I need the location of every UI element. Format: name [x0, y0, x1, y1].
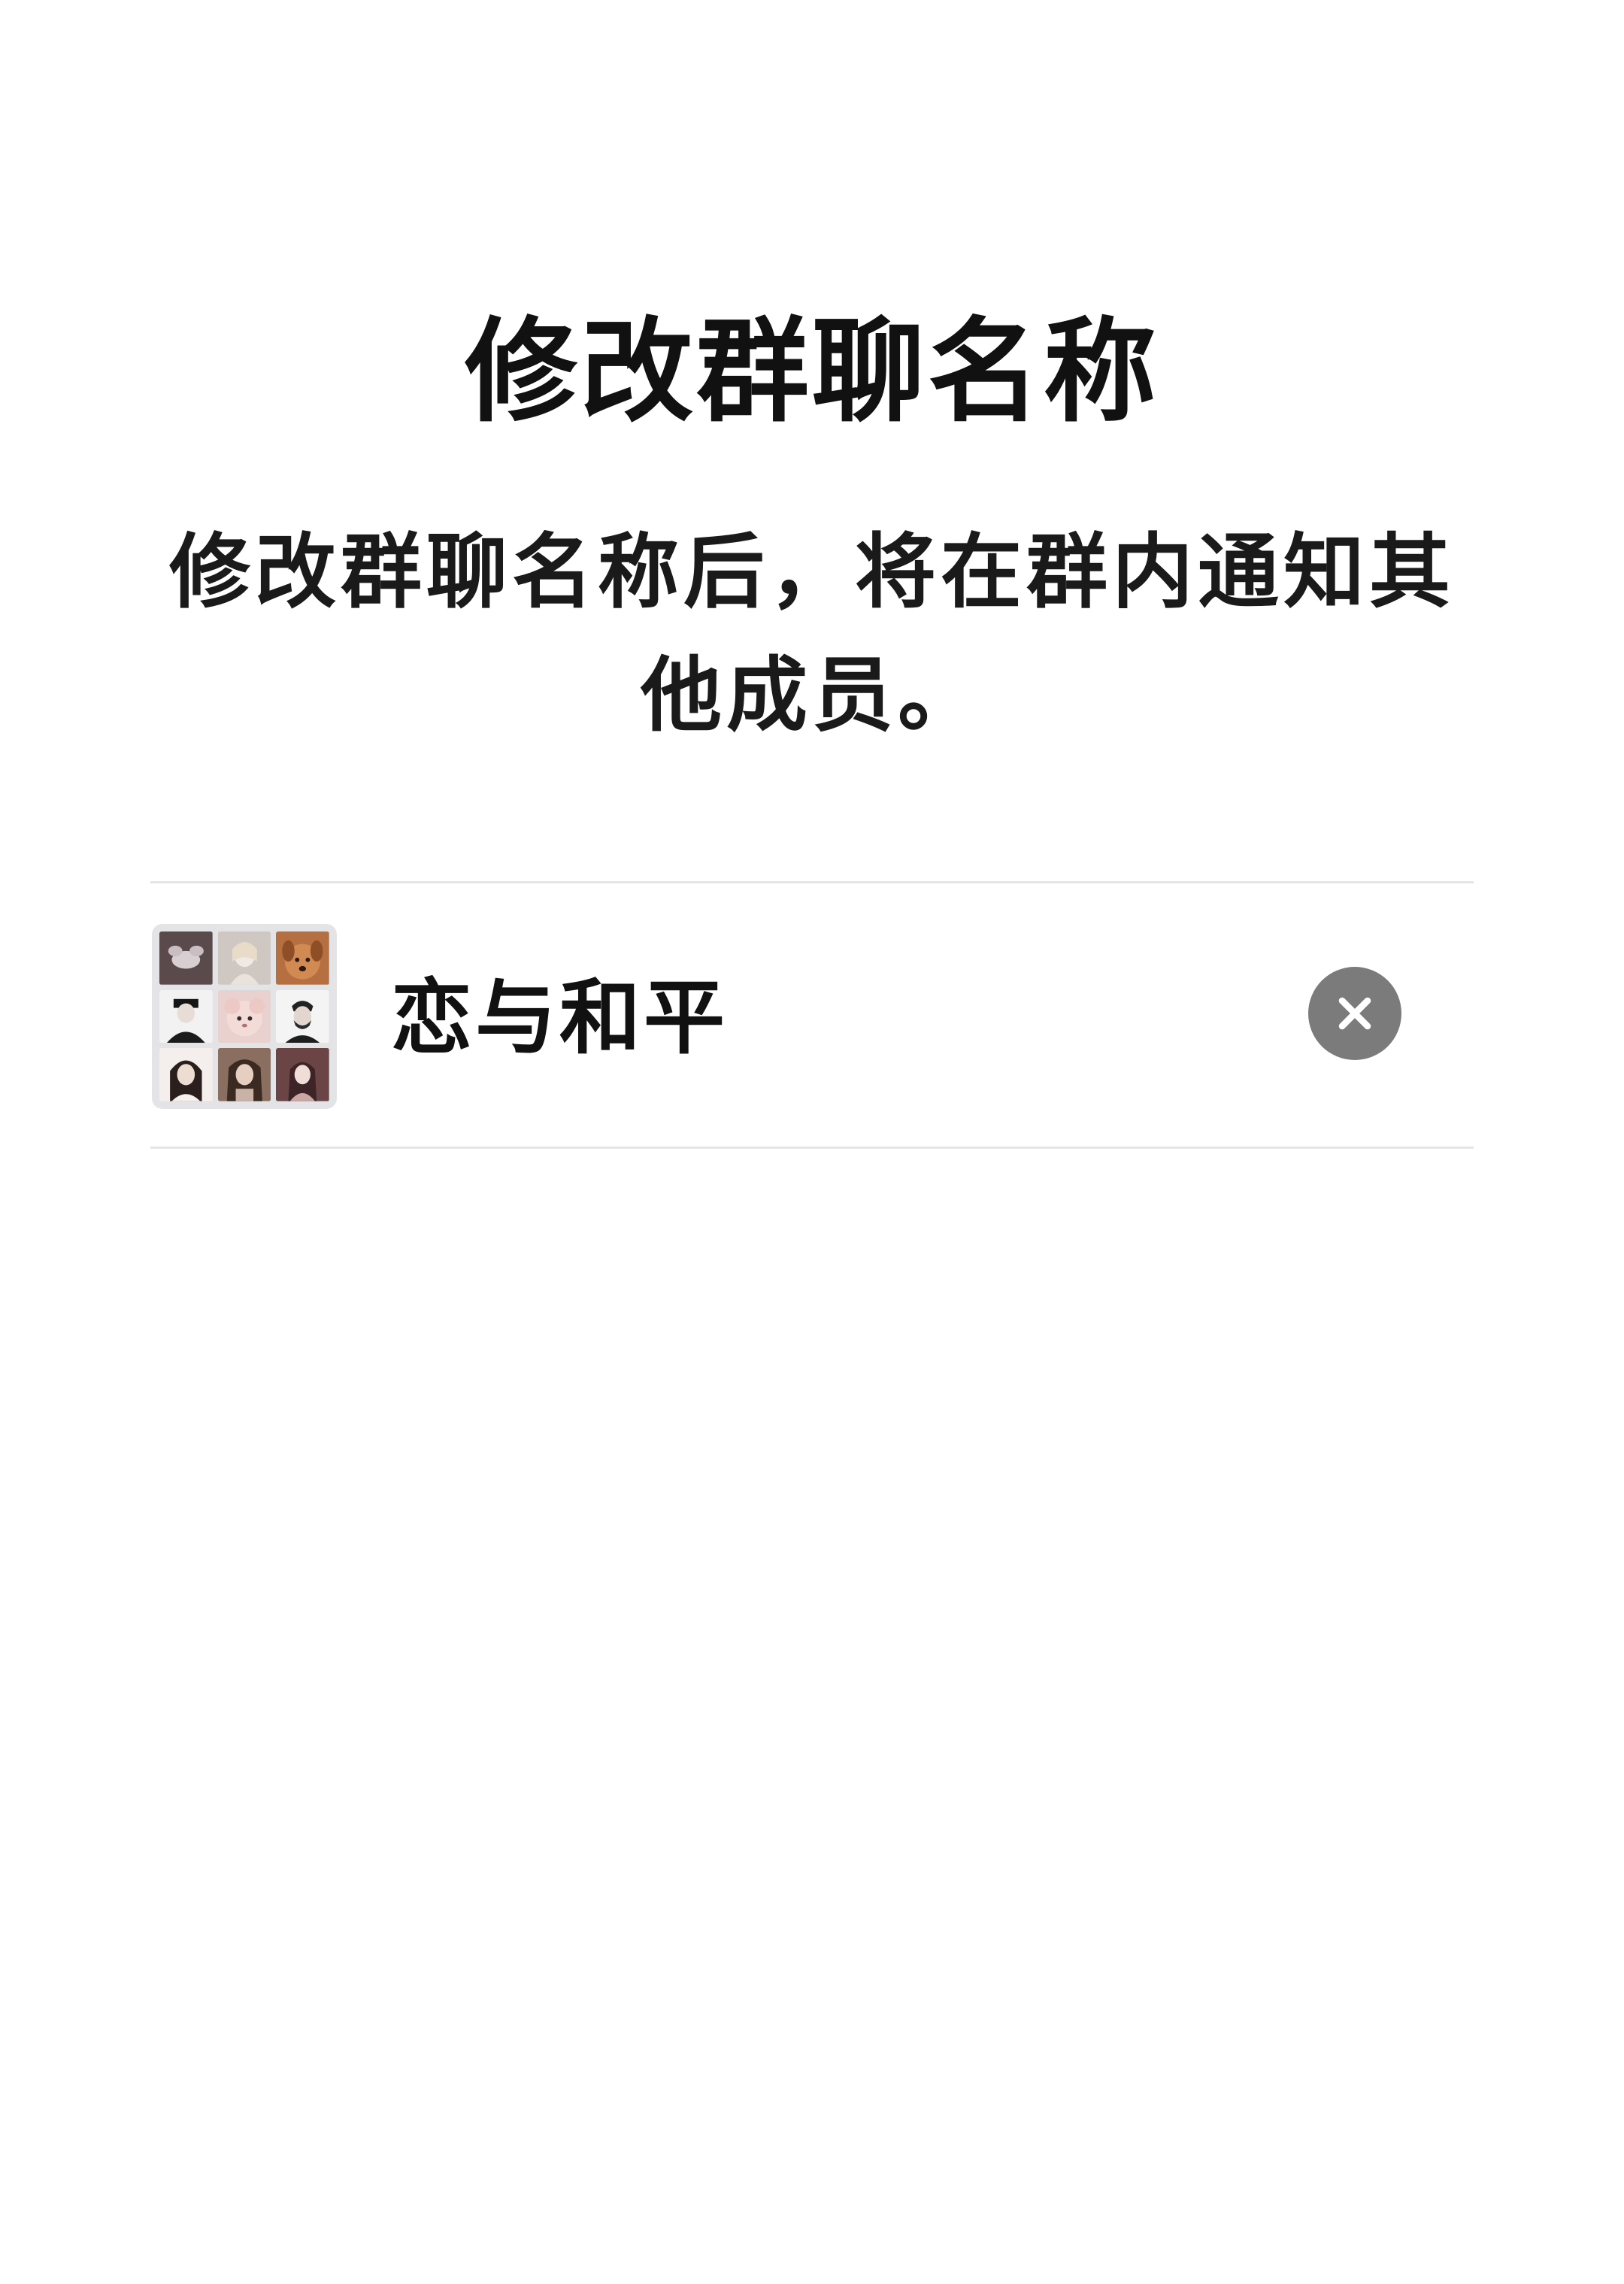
close-icon — [1338, 997, 1371, 1030]
member-avatar — [276, 989, 329, 1044]
member-avatar — [217, 1048, 271, 1101]
member-avatar — [217, 931, 271, 985]
group-name-row — [150, 883, 1474, 1147]
member-avatar — [276, 1048, 329, 1101]
group-name-input[interactable] — [391, 951, 1368, 1071]
member-avatar — [217, 989, 271, 1044]
page-description: 修改群聊名称后，将在群内通知其他成员。 — [168, 526, 1455, 743]
clear-input-button[interactable] — [1308, 967, 1401, 1060]
page-title: 修改群聊名称 — [464, 307, 1159, 438]
member-avatar — [159, 989, 213, 1044]
group-avatar — [152, 924, 337, 1109]
bottom-divider — [150, 1147, 1474, 1149]
member-avatar — [159, 1048, 213, 1101]
member-avatar — [159, 931, 213, 985]
member-avatar — [276, 931, 329, 985]
